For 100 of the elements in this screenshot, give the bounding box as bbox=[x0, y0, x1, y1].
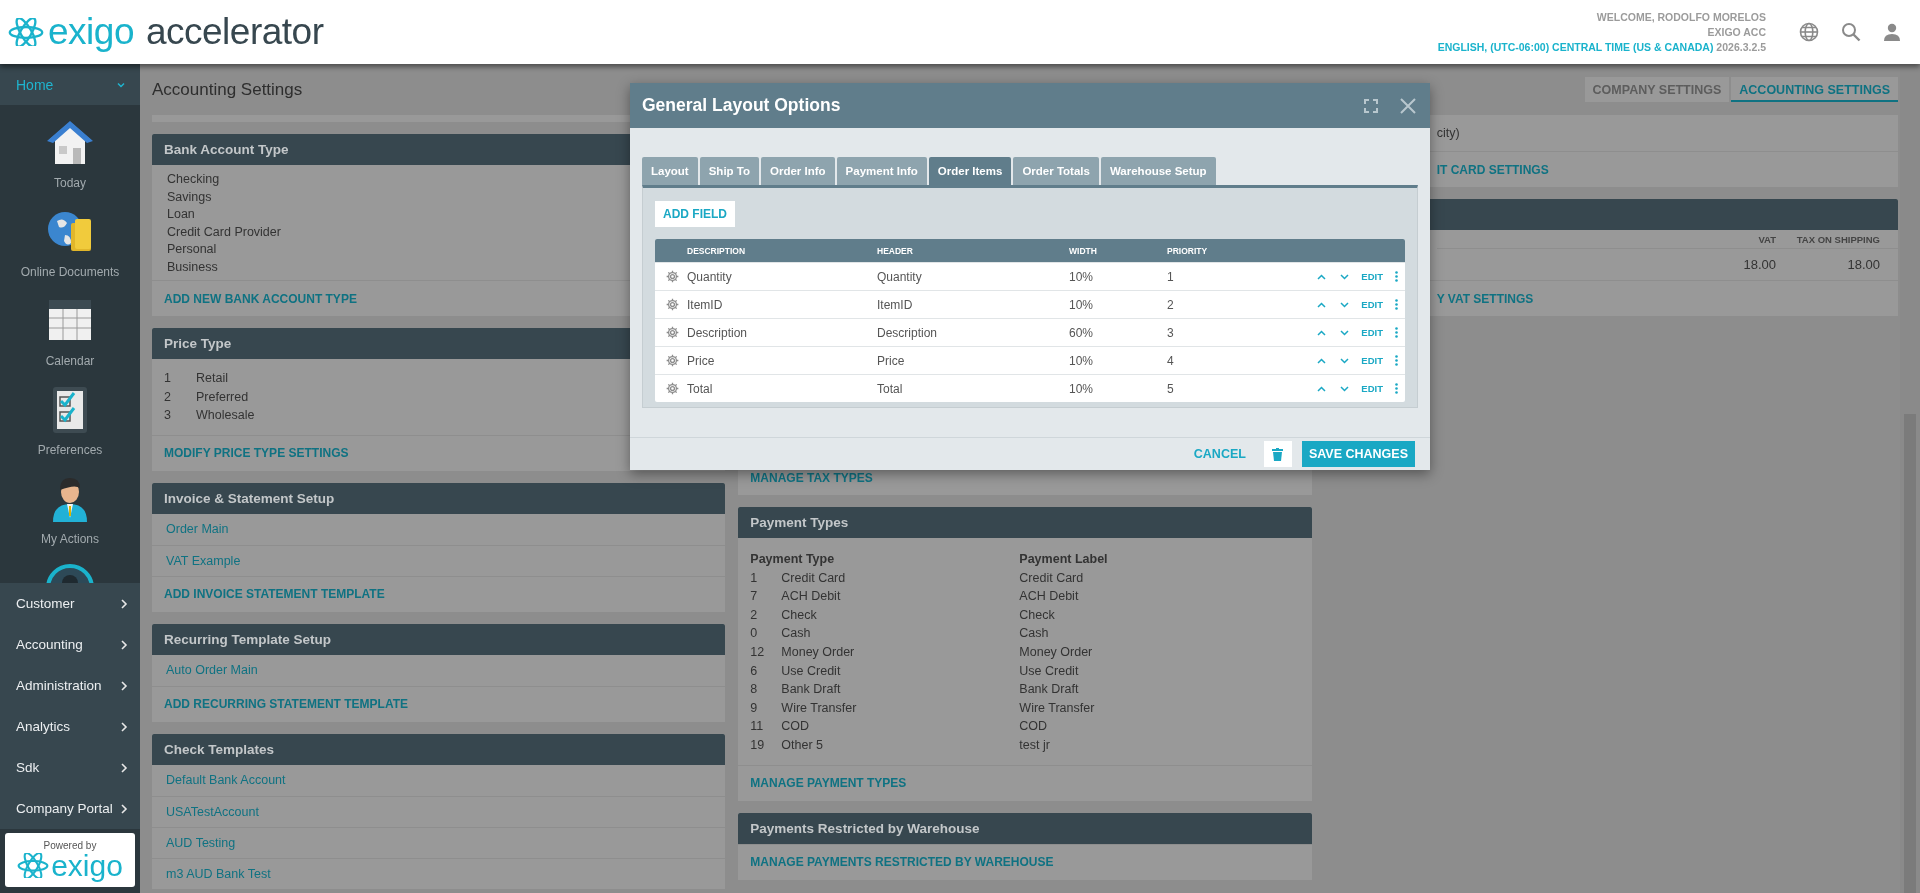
settings-tab[interactable]: ACCOUNTING SETTINGS bbox=[1731, 77, 1898, 102]
table-cell-text: 5 bbox=[1167, 381, 1175, 396]
card-title: Payments Restricted by Warehouse bbox=[750, 820, 980, 836]
template-link[interactable]: Default Bank Account bbox=[166, 773, 286, 787]
action-link[interactable]: MANAGE TAX TYPES bbox=[750, 470, 873, 485]
table-cell-text: 19 bbox=[750, 736, 766, 754]
gear-icon[interactable] bbox=[666, 298, 679, 311]
table-cell-text: Credit Card bbox=[781, 569, 847, 587]
edit-button[interactable]: EDIT bbox=[1361, 271, 1383, 282]
chevron-down-icon[interactable] bbox=[1340, 273, 1350, 280]
save-changes-button[interactable]: SAVE CHANGES bbox=[1301, 441, 1415, 467]
chevron-up-icon[interactable] bbox=[1317, 273, 1327, 280]
chevron-up-icon[interactable] bbox=[1317, 357, 1327, 364]
chevron-down-icon[interactable] bbox=[1340, 385, 1350, 392]
list-item: Checking bbox=[167, 171, 220, 188]
dialog-tab[interactable]: Warehouse Setup bbox=[1100, 157, 1216, 185]
edit-button[interactable]: EDIT bbox=[1361, 383, 1383, 394]
type-label: Wholesale bbox=[196, 407, 255, 424]
action-link[interactable]: IT CARD SETTINGS bbox=[1436, 162, 1549, 177]
edit-button[interactable]: EDIT bbox=[1361, 327, 1383, 338]
gear-icon[interactable] bbox=[666, 326, 679, 339]
nav-menu-item[interactable]: Accounting bbox=[0, 624, 140, 665]
card-title: Payment Types bbox=[750, 515, 849, 530]
table-cell-text: Price bbox=[877, 353, 906, 368]
app-label[interactable]: Today bbox=[54, 176, 86, 190]
table-cell-text: Total bbox=[687, 381, 714, 396]
more-icon[interactable] bbox=[1395, 355, 1398, 366]
chevron-down-icon[interactable] bbox=[1340, 329, 1350, 336]
brand-name: exigo bbox=[48, 11, 134, 53]
dialog-tab[interactable]: Order Items bbox=[928, 157, 1012, 185]
dialog-tab[interactable]: Order Info bbox=[761, 157, 835, 185]
table-cell-text: 2 bbox=[1167, 297, 1175, 312]
action-link[interactable]: ADD RECURRING STATEMENT TEMPLATE bbox=[164, 697, 408, 711]
action-link[interactable]: Y VAT SETTINGS bbox=[1436, 291, 1534, 306]
table-cell-text: 0 bbox=[750, 625, 759, 643]
template-link[interactable]: m3 AUD Bank Test bbox=[166, 866, 271, 881]
table-cell-text: Cash bbox=[781, 625, 812, 643]
app-label[interactable]: Calendar bbox=[45, 354, 95, 368]
list-item: Loan bbox=[167, 206, 195, 223]
more-icon[interactable] bbox=[1395, 383, 1398, 394]
welcome-text: WELCOME, RODOLFO MORELOS bbox=[1595, 9, 1766, 25]
table-cell-text: 7 bbox=[750, 588, 759, 606]
dialog-tab[interactable]: Order Totals bbox=[1013, 157, 1099, 185]
template-link[interactable]: USATestAccount bbox=[166, 804, 259, 819]
app-label[interactable]: Online Documents bbox=[20, 265, 120, 279]
action-link[interactable]: MANAGE PAYMENT TYPES bbox=[750, 776, 907, 791]
list-item: Savings bbox=[167, 188, 212, 206]
edit-button[interactable]: EDIT bbox=[1361, 299, 1383, 310]
more-icon[interactable] bbox=[1395, 327, 1398, 338]
action-link[interactable]: MANAGE PAYMENTS RESTRICTED BY WAREHOUSE bbox=[750, 855, 1054, 870]
nav-menu-item[interactable]: Sdk bbox=[0, 747, 140, 788]
table-cell-text: 10% bbox=[1069, 353, 1095, 368]
app-label[interactable]: My Actions bbox=[41, 532, 99, 546]
nav-menu-item[interactable]: Company Portal bbox=[0, 788, 140, 829]
template-link[interactable]: AUD Testing bbox=[166, 835, 236, 850]
gear-icon[interactable] bbox=[666, 354, 679, 367]
table-cell-text: Wire Transfer bbox=[781, 699, 858, 717]
gear-icon[interactable] bbox=[666, 382, 679, 395]
action-link[interactable]: MODIFY PRICE TYPE SETTINGS bbox=[164, 446, 349, 460]
action-link[interactable]: ADD NEW BANK ACCOUNT TYPE bbox=[164, 291, 357, 306]
globe-icon[interactable] bbox=[1799, 22, 1819, 42]
table-cell-text: ItemID bbox=[687, 297, 724, 312]
table-cell-text: Bank Draft bbox=[781, 681, 842, 699]
home-menu-item[interactable]: Home bbox=[0, 64, 140, 105]
template-link[interactable]: VAT Example bbox=[166, 553, 241, 568]
add-field-button[interactable]: ADD FIELD bbox=[655, 201, 735, 227]
table-cell-text: 9 bbox=[750, 699, 759, 717]
chevron-right-icon bbox=[120, 680, 128, 691]
dialog-tab[interactable]: Ship To bbox=[699, 157, 759, 185]
delete-button[interactable] bbox=[1263, 441, 1292, 467]
chevron-down-icon[interactable] bbox=[1340, 357, 1350, 364]
nav-menu-item[interactable]: Analytics bbox=[0, 706, 140, 747]
template-link[interactable]: Order Main bbox=[166, 522, 229, 536]
chevron-up-icon[interactable] bbox=[1317, 301, 1327, 308]
chevron-up-icon[interactable] bbox=[1317, 385, 1327, 392]
fullscreen-icon[interactable] bbox=[1364, 98, 1378, 113]
table-cell-text: Quantity bbox=[877, 269, 923, 284]
settings-tab[interactable]: COMPANY SETTINGS bbox=[1584, 77, 1730, 102]
chevron-down-icon[interactable] bbox=[1340, 301, 1350, 308]
card-title: Bank Account Type bbox=[164, 142, 289, 157]
nav-menu-item[interactable]: Administration bbox=[0, 665, 140, 706]
chevron-up-icon[interactable] bbox=[1317, 329, 1327, 336]
search-icon[interactable] bbox=[1841, 22, 1861, 42]
action-link[interactable]: ADD INVOICE STATEMENT TEMPLATE bbox=[164, 587, 385, 601]
gear-icon[interactable] bbox=[666, 270, 679, 283]
dialog-tab[interactable]: Layout bbox=[642, 157, 698, 185]
more-icon[interactable] bbox=[1395, 271, 1398, 282]
cancel-button[interactable]: CANCEL bbox=[1187, 446, 1252, 462]
dialog-tab[interactable]: Payment Info bbox=[836, 157, 927, 185]
app-label[interactable]: Preferences bbox=[37, 443, 103, 457]
locale-link[interactable]: ENGLISH, (UTC-06:00) CENTRAL TIME (US & CANADA) bbox=[1437, 40, 1714, 53]
more-icon[interactable] bbox=[1395, 299, 1398, 310]
account-name: EXIGO ACC bbox=[1706, 24, 1766, 40]
table-cell-text: Money Order bbox=[781, 643, 856, 661]
edit-button[interactable]: EDIT bbox=[1361, 355, 1383, 366]
nav-menu-item[interactable]: Customer bbox=[0, 583, 140, 624]
user-icon[interactable] bbox=[1883, 23, 1901, 41]
close-icon[interactable] bbox=[1400, 97, 1416, 114]
table-cell-text: ACH Debit bbox=[781, 588, 842, 606]
template-link[interactable]: Auto Order Main bbox=[166, 663, 258, 677]
